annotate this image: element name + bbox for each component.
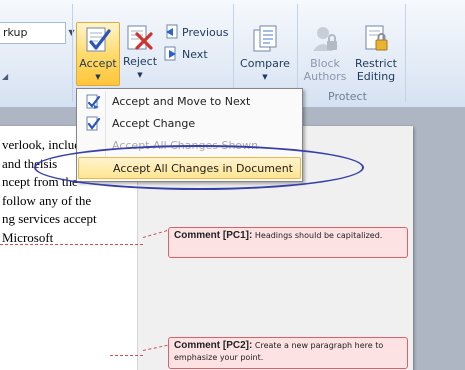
restrict-editing-button[interactable]: Restrict Editing [352,24,400,94]
document-line: ng services accept [2,211,97,227]
menu-item-label: Accept Change [112,117,196,130]
annotation-ellipse [34,145,364,190]
block-authors-label-line2: Authors [303,70,347,83]
chevron-down-icon: ▼ [262,73,268,81]
group-separator [405,4,406,102]
chevron-down-icon: ▼ [137,71,143,79]
comment-balloon[interactable]: Comment [PC2]: Create a new paragraph he… [168,337,408,369]
compare-button[interactable]: Compare ▼ [237,24,293,84]
accept-icon [86,27,111,52]
menu-item-label: Accept and Move to Next [112,95,251,108]
next-icon [164,46,176,61]
restrict-editing-icon [365,25,388,51]
reject-label: Reject [122,55,158,68]
protect-group-label: Protect [328,90,367,103]
menu-item-accept-and-move-to-next[interactable]: Accept and Move to Next [78,91,301,113]
menu-item-accept-change[interactable]: Accept Change [78,113,301,135]
previous-icon [166,24,178,39]
restrict-editing-label-line1: Restrict [355,57,397,70]
reject-icon [127,25,153,50]
compare-label: Compare [240,57,290,70]
markup-display-select[interactable]: rkup [0,22,66,44]
previous-change-button[interactable]: Previous [163,24,229,42]
comment-tag: Comment [PC1]: [174,230,253,241]
comment-tag: Comment [PC2]: [174,340,253,351]
accept-button[interactable]: Accept ▼ [76,22,120,86]
comment-connector-line [0,244,143,245]
restrict-editing-label-line2: Editing [356,70,396,83]
chevron-down-icon: ▼ [95,73,101,81]
accept-and-move-icon [86,94,101,109]
block-authors-label-line1: Block [310,57,340,70]
group-separator [72,4,73,102]
group-dialog-launcher-icon[interactable]: ◢ [2,72,8,81]
compare-icon [253,25,277,52]
next-change-button[interactable]: Next [163,46,208,64]
accept-label: Accept [79,57,117,70]
comment-connector-line [110,355,143,356]
comment-balloon[interactable]: Comment [PC1]: Headings should be capita… [168,227,408,258]
reject-button[interactable]: Reject ▼ [122,24,158,84]
comment-text: Headings should be capitalized. [254,231,383,240]
next-label: Next [182,48,208,61]
previous-label: Previous [182,26,229,39]
accept-change-icon [86,116,101,131]
block-authors-icon [313,27,337,51]
document-line: follow any of the [2,192,92,208]
block-authors-button[interactable]: Block Authors [300,24,350,94]
